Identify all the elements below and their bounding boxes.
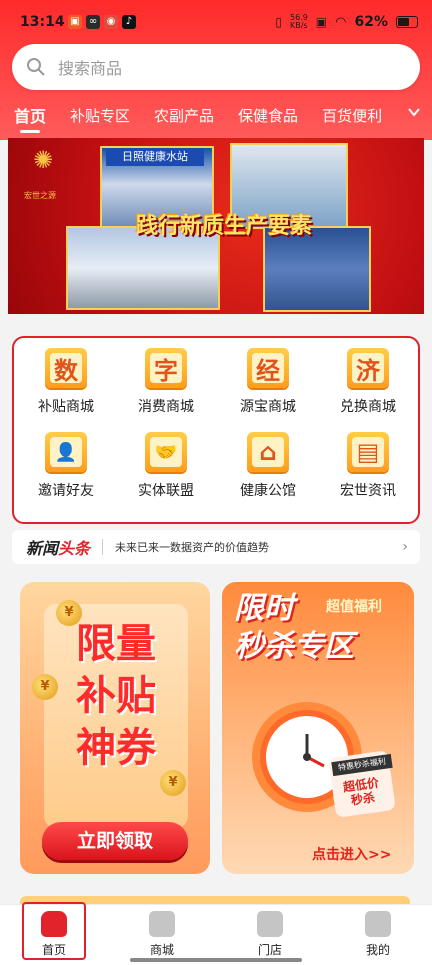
title-line-2: 秒杀专区	[234, 629, 354, 664]
notification-icon: ▣	[68, 15, 82, 29]
grid-item-consumer-mall[interactable]: 字 消费商城	[116, 348, 216, 416]
tab-subsidy[interactable]: 补贴专区	[70, 105, 130, 126]
grid-item-invite-friends[interactable]: 👤 邀请好友	[16, 432, 116, 500]
ji-icon: 济	[347, 348, 389, 388]
nav-label: 门店	[257, 943, 282, 957]
headline-line-2: 补贴	[76, 673, 156, 719]
promo-banner[interactable]: ✺ 宏世之源 日照健康水站 践行新质生产要素	[8, 138, 424, 314]
news-text: 未来已来一数据资产的价值趋势	[115, 541, 270, 554]
value-tag: 超值福利	[326, 599, 382, 615]
status-bar: 13:14 ▣ ∞ ◉ ♪ ▯ 56.9 KB/s ▣ ◠ 62%	[0, 0, 432, 48]
nav-mall[interactable]: 商城	[122, 911, 202, 958]
grid-item-news[interactable]: ▤ 宏世资讯	[318, 432, 418, 500]
tab-home[interactable]: 首页	[14, 103, 46, 133]
grid-item-exchange-mall[interactable]: 济 兑换商城	[318, 348, 418, 416]
gesture-bar[interactable]	[130, 958, 302, 962]
tab-health-food[interactable]: 保健食品	[238, 105, 298, 126]
headline-line-3: 神券	[76, 725, 156, 771]
vibrate-icon: ▯	[275, 15, 282, 29]
grid-label: 补贴商城	[38, 399, 94, 415]
divider	[102, 539, 104, 555]
nav-store[interactable]: 门店	[230, 911, 310, 958]
nav-label: 商城	[149, 943, 174, 957]
link-icon: ∞	[86, 15, 100, 29]
brand-logo-icon: ✺	[32, 146, 54, 174]
card-left-headline: 限量 补贴 神券	[40, 618, 192, 774]
brand-logo-text: 宏世之源	[24, 191, 56, 200]
grid-label: 邀请好友	[38, 483, 94, 499]
headline-line-1: 限量	[76, 621, 156, 667]
feature-grid: 数 补贴商城 字 消费商城 经 源宝商城 济 兑换商城 👤 邀请好友 🤝 实体联…	[12, 336, 420, 524]
tiktok-icon: ♪	[122, 15, 136, 29]
battery-text: 62%	[354, 14, 388, 30]
sim-icon: ▣	[315, 15, 328, 29]
grid-label: 实体联盟	[138, 483, 194, 499]
grid-icon	[149, 911, 175, 937]
grid-label: 兑换商城	[340, 399, 396, 415]
house-icon: ⌂	[247, 432, 289, 472]
net-speed: 56.9 KB/s	[289, 13, 308, 30]
promo-card-flash-sale[interactable]: 限时 秒杀专区 超值福利 特惠秒杀福利 超低价 秒杀 点击进入>>	[222, 582, 414, 874]
shu-icon: 数	[45, 348, 87, 388]
chevron-down-icon[interactable]	[406, 104, 422, 120]
search-placeholder: 搜索商品	[58, 59, 123, 78]
grid-item-subsidy-mall[interactable]: 数 补贴商城	[16, 348, 116, 416]
search-bar[interactable]: 搜索商品	[12, 44, 420, 90]
nav-profile[interactable]: 我的	[338, 911, 418, 958]
category-tabs: 首页 补贴专区 农副产品 保健食品 百货便利	[0, 100, 432, 133]
enter-link[interactable]: 点击进入>>	[312, 844, 391, 864]
handshake-icon: 🤝	[145, 432, 187, 472]
zi-icon: 字	[145, 348, 187, 388]
document-icon: ▤	[347, 432, 389, 472]
jing-icon: 经	[247, 348, 289, 388]
news-headline-bar[interactable]: 新闻头条 未来已来一数据资产的价值趋势 ›	[12, 530, 420, 564]
grid-item-health-house[interactable]: ⌂ 健康公馆	[218, 432, 318, 500]
battery-icon	[396, 16, 418, 28]
nav-home-highlight	[22, 902, 86, 960]
grid-item-alliance[interactable]: 🤝 实体联盟	[116, 432, 216, 500]
banner-headline: 践行新质生产要素	[135, 214, 312, 239]
tab-general-store[interactable]: 百货便利	[322, 105, 382, 126]
status-right: ▯ 56.9 KB/s ▣ ◠ 62%	[275, 14, 418, 30]
claim-now-button[interactable]: 立即领取	[42, 822, 188, 860]
status-time: 13:14	[20, 14, 65, 30]
weibo-icon: ◉	[104, 15, 118, 29]
person-add-icon: 👤	[45, 432, 87, 472]
nav-label: 我的	[365, 943, 390, 957]
wifi-icon: ◠	[335, 14, 347, 30]
grid-label: 健康公馆	[240, 483, 296, 499]
grid-item-yuanbao-mall[interactable]: 经 源宝商城	[218, 348, 318, 416]
store-icon	[257, 911, 283, 937]
user-icon	[365, 911, 391, 937]
search-icon	[27, 58, 45, 76]
promo-card-subsidy-coupon[interactable]: ¥ ¥ ¥ 限量 补贴 神券 立即领取	[20, 582, 210, 874]
grid-label: 源宝商城	[240, 399, 296, 415]
chevron-right-icon: ›	[402, 539, 408, 555]
banner-sign: 日照健康水站	[106, 148, 204, 166]
grid-label: 消费商城	[138, 399, 194, 415]
tab-farm-products[interactable]: 农副产品	[154, 105, 214, 126]
grid-label: 宏世资讯	[340, 483, 396, 499]
news-brand: 新闻头条	[26, 539, 91, 558]
